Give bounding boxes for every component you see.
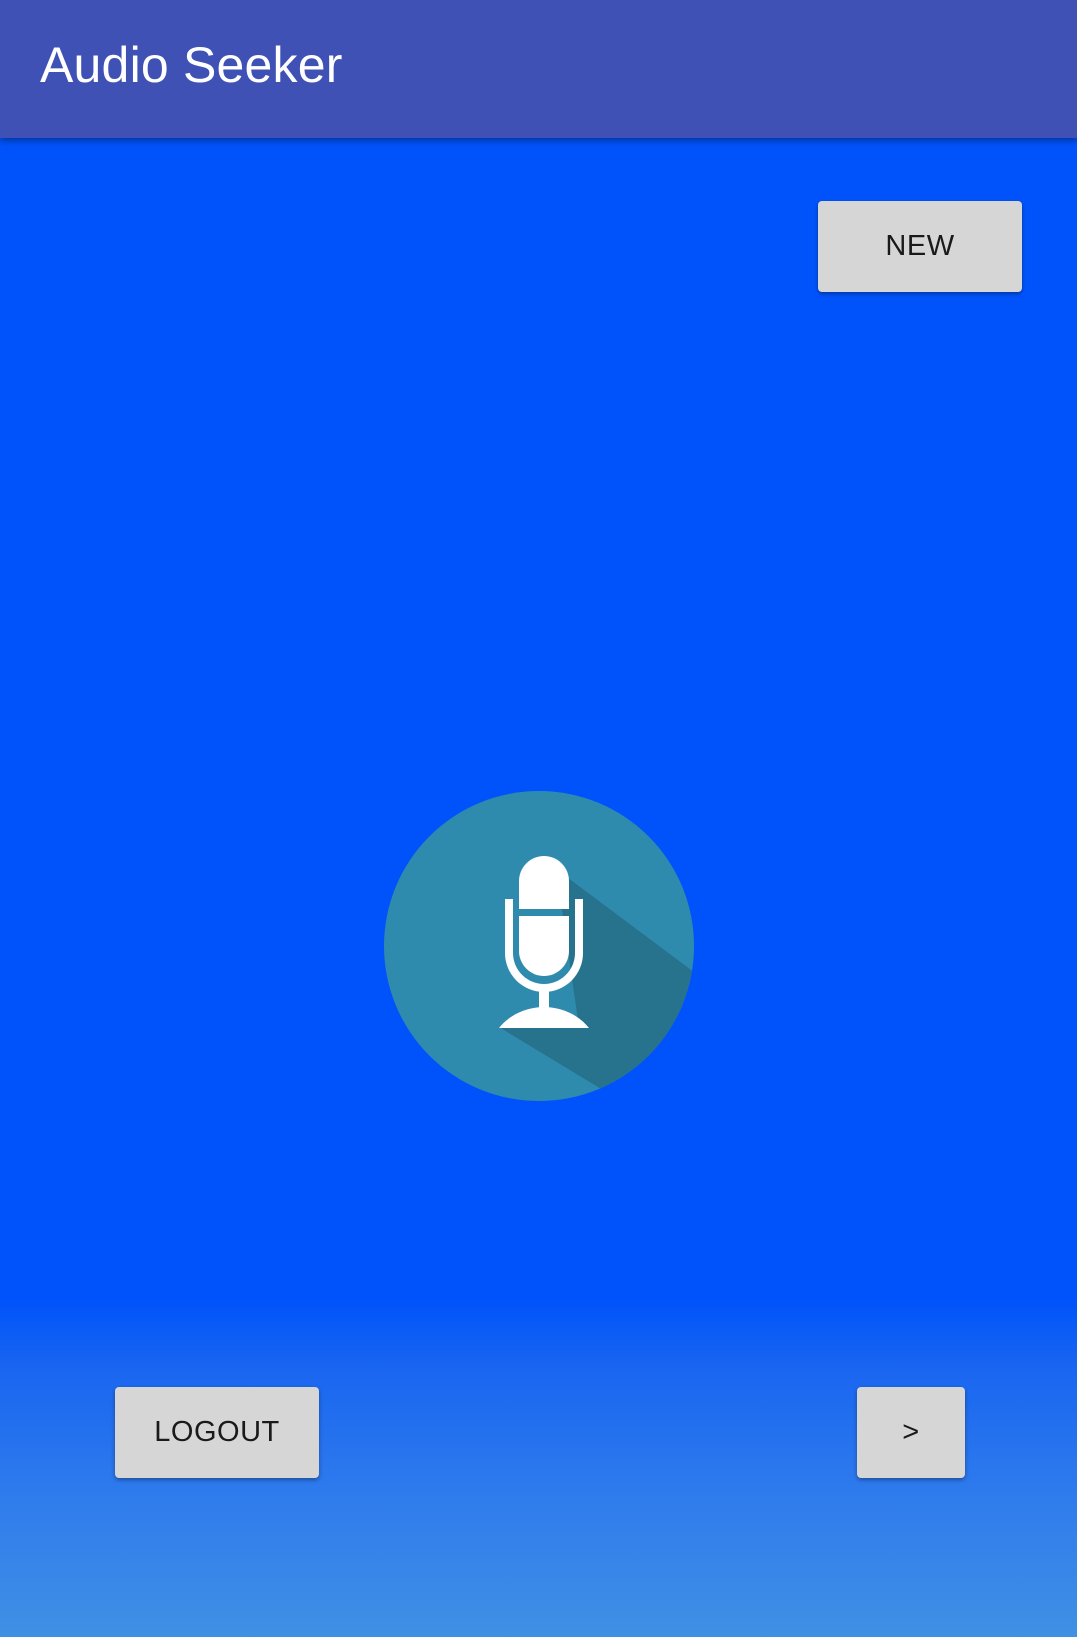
app-bar: Audio Seeker [0, 0, 1077, 138]
next-button[interactable]: > [857, 1387, 965, 1478]
app-title: Audio Seeker [40, 37, 343, 93]
logout-button[interactable]: LOGOUT [115, 1387, 319, 1478]
record-button[interactable] [384, 791, 694, 1101]
microphone-icon [384, 791, 694, 1101]
new-button[interactable]: NEW [818, 201, 1022, 292]
